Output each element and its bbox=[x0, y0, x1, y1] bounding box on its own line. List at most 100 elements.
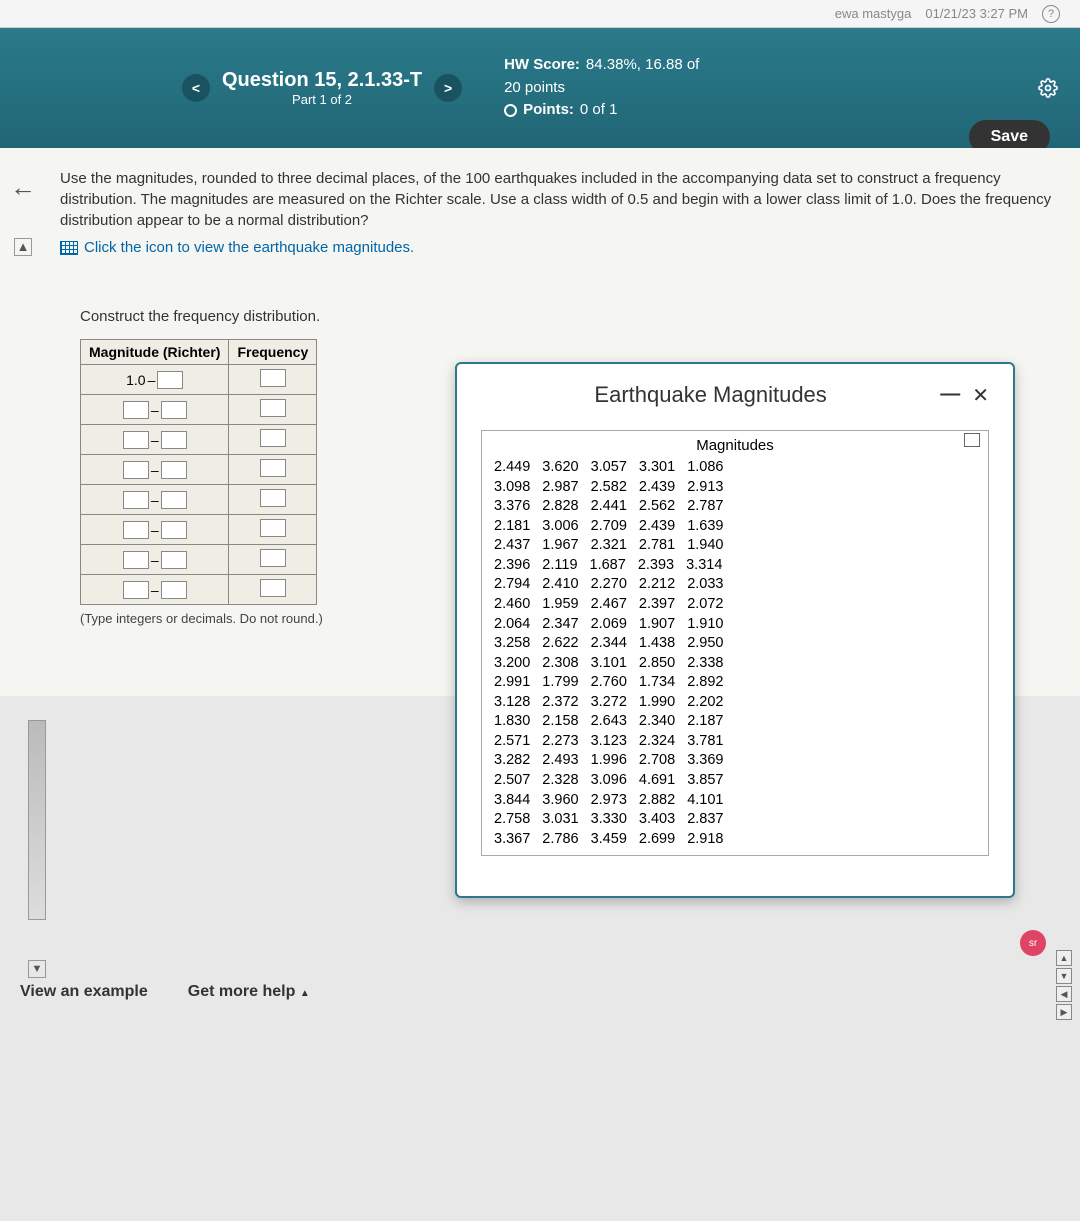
frequency-input[interactable] bbox=[260, 429, 286, 447]
magnitudes-caption: Magnitudes bbox=[494, 437, 976, 454]
magnitude-value: 2.069 bbox=[591, 615, 627, 635]
scroll-left-small-icon[interactable]: ◀ bbox=[1056, 986, 1072, 1002]
magnitude-value: 2.786 bbox=[542, 830, 578, 850]
minimize-icon[interactable]: — bbox=[940, 383, 960, 408]
magnitude-value: 2.347 bbox=[542, 615, 578, 635]
magnitude-value: 2.787 bbox=[687, 497, 723, 517]
magnitude-value: 2.991 bbox=[494, 673, 530, 693]
class-lower-input[interactable] bbox=[123, 581, 149, 599]
get-more-help-label: Get more help bbox=[188, 983, 296, 1000]
magnitude-value: 2.760 bbox=[591, 673, 627, 693]
view-example-button[interactable]: View an example bbox=[20, 983, 148, 1001]
scroll-down-small-icon[interactable]: ▼ bbox=[1056, 968, 1072, 984]
frequency-title: Construct the frequency distribution. bbox=[80, 308, 323, 325]
magnitude-value: 1.639 bbox=[687, 517, 723, 537]
magnitude-value: 2.460 bbox=[494, 595, 530, 615]
magnitude-value: 2.410 bbox=[542, 575, 578, 595]
points-radio-icon bbox=[504, 104, 517, 117]
magnitude-value: 1.734 bbox=[639, 673, 675, 693]
class-upper-input[interactable] bbox=[161, 401, 187, 419]
frequency-input[interactable] bbox=[260, 369, 286, 387]
magnitudes-row: 2.1813.0062.7092.4391.639 bbox=[494, 517, 976, 537]
magnitudes-row: 3.0982.9872.5822.4392.913 bbox=[494, 478, 976, 498]
class-upper-input[interactable] bbox=[161, 521, 187, 539]
question-title-block: Question 15, 2.1.33-T Part 1 of 2 bbox=[222, 69, 422, 107]
magnitude-value: 3.006 bbox=[542, 517, 578, 537]
class-lower-input[interactable] bbox=[123, 431, 149, 449]
next-question-button[interactable]: > bbox=[434, 74, 462, 102]
get-more-help-button[interactable]: Get more help ▲ bbox=[188, 983, 310, 1001]
class-lower-input[interactable] bbox=[123, 551, 149, 569]
back-arrow-icon[interactable]: ← bbox=[10, 172, 36, 203]
class-lower-input[interactable] bbox=[123, 521, 149, 539]
magnitude-value: 3.459 bbox=[591, 830, 627, 850]
magnitude-value: 2.828 bbox=[542, 497, 578, 517]
magnitude-value: 2.950 bbox=[687, 634, 723, 654]
magnitudes-row: 2.4493.6203.0573.3011.086 bbox=[494, 458, 976, 478]
close-icon[interactable]: ✕ bbox=[972, 383, 989, 408]
question-nav-bar: < Question 15, 2.1.33-T Part 1 of 2 > HW… bbox=[0, 28, 1080, 148]
magnitudes-row: 1.8302.1582.6432.3402.187 bbox=[494, 712, 976, 732]
magnitudes-row: 2.3962.1191.6872.3933.314 bbox=[494, 556, 976, 576]
frequency-input[interactable] bbox=[260, 549, 286, 567]
magnitude-value: 3.781 bbox=[687, 732, 723, 752]
magnitude-value: 3.282 bbox=[494, 751, 530, 771]
magnitude-value: 2.321 bbox=[591, 536, 627, 556]
magnitude-value: 2.397 bbox=[639, 595, 675, 615]
chevron-up-icon: ▲ bbox=[300, 988, 310, 999]
magnitude-value: 2.913 bbox=[687, 478, 723, 498]
scroll-up-icon[interactable]: ▲ bbox=[14, 238, 32, 256]
magnitude-value: 2.892 bbox=[687, 673, 723, 693]
class-upper-input[interactable] bbox=[157, 371, 183, 389]
question-title: Question 15, 2.1.33-T bbox=[222, 69, 422, 92]
magnitudes-row: 3.8443.9602.9732.8824.101 bbox=[494, 791, 976, 811]
magnitude-value: 3.367 bbox=[494, 830, 530, 850]
frequency-input[interactable] bbox=[260, 519, 286, 537]
magnitude-value: 3.098 bbox=[494, 478, 530, 498]
copy-icon[interactable] bbox=[966, 435, 980, 447]
magnitudes-row: 3.1282.3723.2721.9902.202 bbox=[494, 693, 976, 713]
class-upper-input[interactable] bbox=[161, 551, 187, 569]
scroll-up-small-icon[interactable]: ▲ bbox=[1056, 950, 1072, 966]
help-icon[interactable]: ? bbox=[1042, 5, 1060, 23]
frequency-input[interactable] bbox=[260, 489, 286, 507]
status-badge[interactable]: sr bbox=[1020, 930, 1046, 956]
frequency-section: Construct the frequency distribution. Ma… bbox=[60, 298, 343, 636]
magnitude-value: 4.691 bbox=[639, 771, 675, 791]
magnitude-value: 2.837 bbox=[687, 810, 723, 830]
scroll-right-small-icon[interactable]: ▶ bbox=[1056, 1004, 1072, 1020]
magnitude-value: 2.064 bbox=[494, 615, 530, 635]
magnitude-value: 3.101 bbox=[591, 654, 627, 674]
col-magnitude: Magnitude (Richter) bbox=[81, 340, 229, 365]
score-block: HW Score: 84.38%, 16.88 of 20 points Poi… bbox=[504, 54, 699, 122]
magnitude-value: 1.830 bbox=[494, 712, 530, 732]
view-data-link[interactable]: Click the icon to view the earthquake ma… bbox=[60, 237, 1056, 258]
class-upper-input[interactable] bbox=[161, 431, 187, 449]
magnitude-value: 2.708 bbox=[639, 751, 675, 771]
first-lower-limit: 1.0 bbox=[126, 372, 145, 388]
frequency-input[interactable] bbox=[260, 399, 286, 417]
magnitude-value: 3.123 bbox=[591, 732, 627, 752]
class-upper-input[interactable] bbox=[161, 461, 187, 479]
class-lower-input[interactable] bbox=[123, 461, 149, 479]
magnitude-value: 2.987 bbox=[542, 478, 578, 498]
view-data-link-text: Click the icon to view the earthquake ma… bbox=[84, 237, 414, 258]
class-lower-input[interactable] bbox=[123, 401, 149, 419]
magnitude-value: 2.437 bbox=[494, 536, 530, 556]
class-upper-input[interactable] bbox=[161, 491, 187, 509]
frequency-input[interactable] bbox=[260, 459, 286, 477]
magnitude-value: 2.187 bbox=[687, 712, 723, 732]
magnitude-value: 2.571 bbox=[494, 732, 530, 752]
class-lower-input[interactable] bbox=[123, 491, 149, 509]
prev-question-button[interactable]: < bbox=[182, 74, 210, 102]
magnitude-value: 2.643 bbox=[591, 712, 627, 732]
scrollbar-track[interactable] bbox=[28, 720, 46, 920]
points-value: 0 of 1 bbox=[580, 99, 618, 122]
table-icon bbox=[60, 241, 78, 255]
class-upper-input[interactable] bbox=[161, 581, 187, 599]
gear-icon[interactable] bbox=[1036, 76, 1060, 100]
magnitude-value: 3.620 bbox=[542, 458, 578, 478]
frequency-input[interactable] bbox=[260, 579, 286, 597]
magnitudes-row: 3.2582.6222.3441.4382.950 bbox=[494, 634, 976, 654]
magnitude-value: 2.158 bbox=[542, 712, 578, 732]
